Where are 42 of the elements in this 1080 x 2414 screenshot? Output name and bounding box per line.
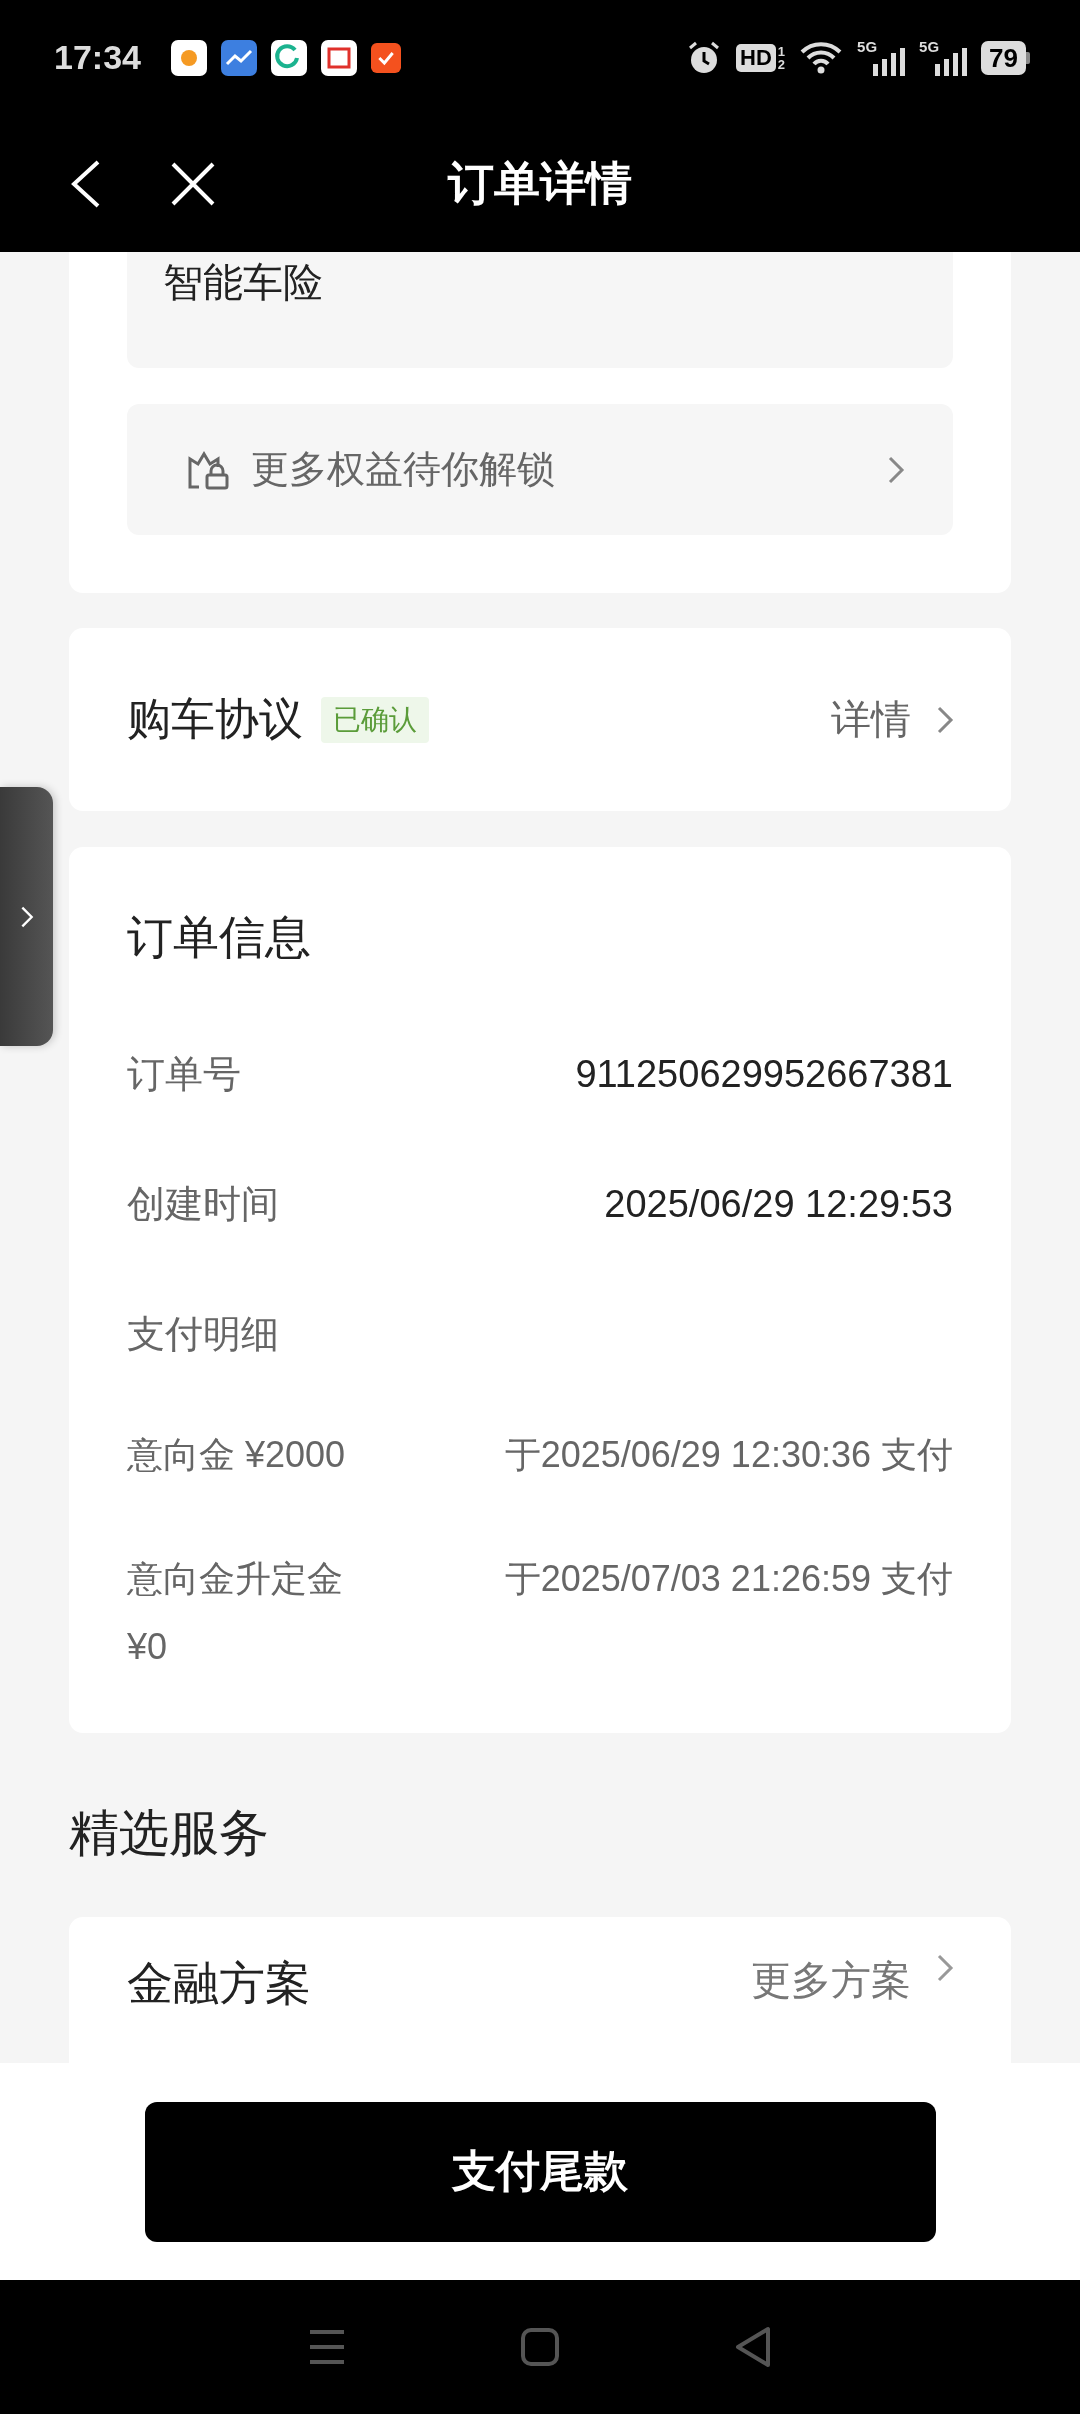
ring-app-icon (270, 39, 307, 76)
field-label: 订单号 (127, 1051, 241, 1097)
details-link[interactable]: 详情 (831, 692, 911, 747)
field-label: 支付明细 (127, 1311, 279, 1357)
agreement-title: 购车协议 (127, 693, 303, 745)
payment-label: 意向金 ¥2000 (127, 1433, 347, 1477)
network-type: 5G (919, 37, 940, 55)
more-plans-link[interactable]: 更多方案 (751, 1953, 911, 2008)
network-type: 5G (857, 37, 878, 55)
field-label: 创建时间 (127, 1181, 279, 1227)
unlock-label: 更多权益待你解锁 (251, 447, 556, 492)
hd-badge: HD (736, 43, 776, 72)
home-icon[interactable] (521, 2328, 559, 2366)
battery-level: 79 (981, 40, 1026, 75)
field-value: 2025/06/29 12:29:53 (604, 1182, 953, 1226)
sim-number: 2 (777, 57, 786, 71)
payment-time: 于2025/07/03 21:26:59 支付 (504, 1557, 953, 1601)
checkbox-app-icon (370, 42, 401, 73)
section-title: 订单信息 (127, 910, 312, 965)
status-badge: 已确认 (321, 696, 429, 743)
close-icon[interactable] (170, 160, 216, 207)
product-tile: 智能车险 (127, 252, 953, 368)
menu-icon[interactable] (307, 2329, 346, 2365)
pay-balance-button[interactable]: 支付尾款 (144, 2101, 936, 2242)
field-value: 911250629952667381 (575, 1052, 953, 1096)
chevron-right-icon (935, 704, 955, 735)
page-title: 订单详情 (448, 155, 632, 211)
agreement-card[interactable]: 购车协议 已确认 详情 (69, 628, 1011, 811)
payment-label: 意向金升定金 ¥0 (127, 1557, 344, 1669)
unlock-benefits-row[interactable]: 更多权益待你解锁 (127, 404, 953, 535)
sim-number: 1 (777, 44, 786, 58)
back-icon[interactable] (70, 158, 102, 209)
finance-card[interactable]: 金融方案 更多方案 (69, 1917, 1011, 2063)
chart-app-icon (220, 39, 257, 76)
chevron-right-icon (935, 1953, 955, 1983)
wifi-icon (799, 39, 844, 76)
side-drawer-tab[interactable] (0, 787, 53, 1046)
finance-title: 金融方案 (127, 1956, 311, 2011)
payment-time: 于2025/06/29 12:30:36 支付 (504, 1433, 953, 1477)
clock-time: 17:34 (54, 38, 141, 77)
chevron-right-icon (19, 904, 34, 929)
section-heading: 精选服务 (69, 1804, 270, 1863)
